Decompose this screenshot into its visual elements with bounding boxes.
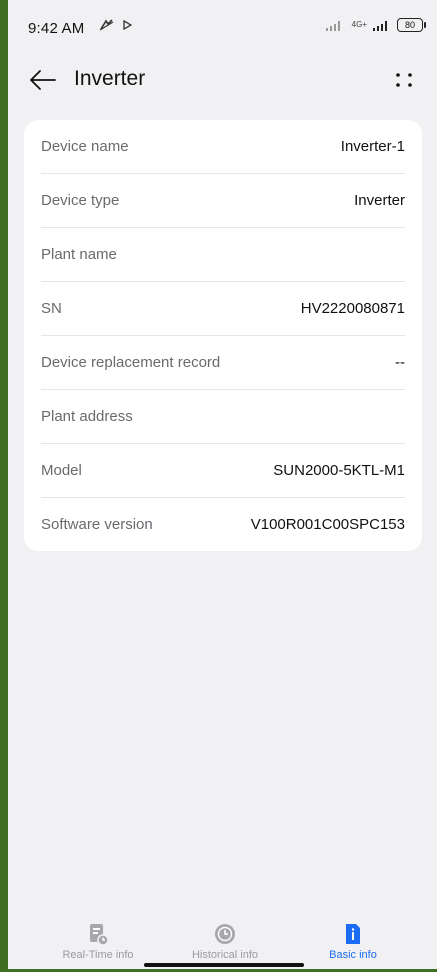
page-title: Inverter — [74, 67, 146, 90]
app-bar: Inverter — [8, 55, 437, 105]
row-value: V100R001C00SPC153 — [250, 516, 405, 533]
pay-icon — [99, 19, 114, 31]
row-value: SUN2000-5KTL-M1 — [273, 462, 405, 479]
row-software-version: Software version V100R001C00SPC153 — [41, 498, 405, 551]
tab-label: Basic info — [329, 949, 377, 961]
more-dots-icon[interactable] — [393, 70, 415, 90]
row-model: Model SUN2000-5KTL-M1 — [41, 444, 405, 498]
battery-indicator: 80 — [397, 18, 426, 32]
row-plant-address: Plant address — [41, 390, 405, 444]
home-indicator[interactable] — [144, 963, 304, 967]
row-label: Device name — [41, 138, 129, 155]
realtime-info-icon — [90, 924, 109, 946]
status-left-icons — [98, 18, 132, 32]
info-document-icon — [346, 924, 360, 944]
row-value: Inverter-1 — [340, 138, 405, 155]
history-clock-icon — [215, 924, 235, 944]
row-label: Model — [41, 462, 82, 479]
back-arrow-icon[interactable] — [28, 67, 58, 93]
row-value: -- — [395, 354, 405, 371]
status-time: 9:42 AM — [28, 20, 85, 37]
row-value: Inverter — [354, 192, 405, 209]
status-bar: 9:42 AM 4G+ 80 — [8, 0, 437, 50]
row-value: HV2220080871 — [300, 300, 405, 317]
status-right-icons: 4G+ 80 — [325, 18, 426, 32]
tab-label: Real-Time info — [62, 949, 134, 961]
row-label: Software version — [41, 516, 153, 533]
row-label: Plant address — [41, 408, 133, 425]
phone-screen: 9:42 AM 4G+ 80 Inverter Device name Inve… — [8, 0, 437, 969]
row-label: SN — [41, 300, 62, 317]
row-label: Plant name — [41, 246, 117, 263]
row-label: Device type — [41, 192, 120, 209]
tab-historical-info[interactable]: Historical info — [155, 922, 295, 961]
tab-basic-info[interactable]: Basic info — [283, 922, 423, 961]
basic-info-card: Device name Inverter-1 Device type Inver… — [24, 120, 422, 551]
signal-strong-icon — [373, 21, 387, 31]
row-device-replacement-record[interactable]: Device replacement record -- — [41, 336, 405, 390]
row-device-name: Device name Inverter-1 — [41, 120, 405, 174]
signal-icon — [325, 21, 340, 31]
tab-real-time-info[interactable]: Real-Time info — [28, 922, 168, 961]
tab-label: Historical info — [191, 949, 259, 961]
row-plant-name: Plant name — [41, 228, 405, 282]
row-device-type: Device type Inverter — [41, 174, 405, 228]
network-type: 4G+ — [351, 20, 367, 29]
row-label: Device replacement record — [41, 354, 221, 371]
play-icon — [123, 20, 132, 30]
row-sn: SN HV2220080871 — [41, 282, 405, 336]
